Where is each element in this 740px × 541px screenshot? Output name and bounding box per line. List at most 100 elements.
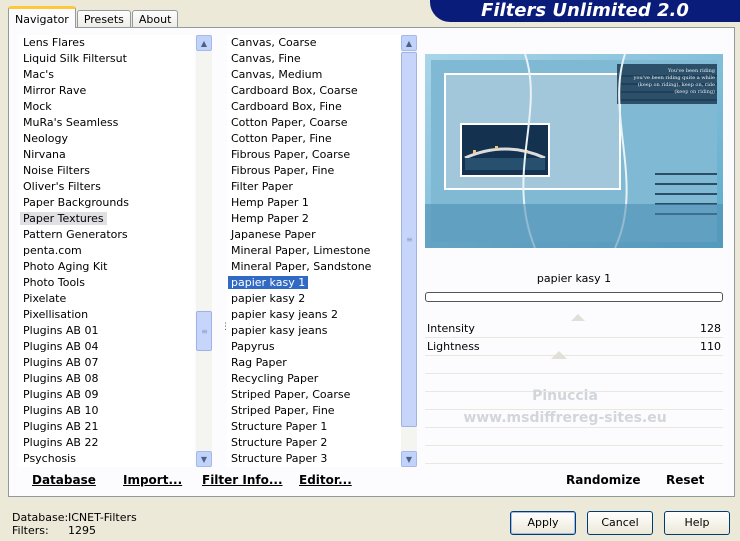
category-item[interactable]: Mock: [19, 99, 194, 115]
category-item[interactable]: Paper Backgrounds: [19, 195, 194, 211]
lightness-slider[interactable]: Lightness 110: [425, 338, 723, 359]
filter-item[interactable]: Filter Paper: [227, 179, 401, 195]
status-info: Database:ICNET-Filters Filters: 1295: [12, 511, 137, 537]
category-item[interactable]: Nirvana: [19, 147, 194, 163]
category-item-label: Mock: [23, 100, 52, 113]
filter-item[interactable]: Striped Paper, Coarse: [227, 387, 401, 403]
filter-item[interactable]: Hemp Paper 1: [227, 195, 401, 211]
filter-item-label: Mineral Paper, Limestone: [231, 244, 371, 257]
scroll-down-icon[interactable]: ▼: [401, 451, 417, 467]
filter-item[interactable]: Rag Paper: [227, 355, 401, 371]
empty-slider-slot: [425, 446, 723, 464]
filter-item[interactable]: Structure Paper 1: [227, 419, 401, 435]
category-item[interactable]: Plugins AB 22: [19, 435, 194, 451]
filter-item[interactable]: Cardboard Box, Fine: [227, 99, 401, 115]
scroll-thumb[interactable]: ≡: [196, 311, 212, 351]
tab-navigator[interactable]: Navigator: [8, 6, 76, 28]
filter-item-label: Fibrous Paper, Coarse: [231, 148, 351, 161]
category-item[interactable]: Pixelate: [19, 291, 194, 307]
category-item[interactable]: Plugins AB 04: [19, 339, 194, 355]
filter-scrollbar[interactable]: ▲ ≡ ▼: [401, 35, 417, 467]
filter-item[interactable]: Fibrous Paper, Fine: [227, 163, 401, 179]
filter-list[interactable]: Canvas, Coarse Canvas, Fine Canvas, Medium…: [227, 35, 401, 467]
filter-item-label: Striped Paper, Coarse: [231, 388, 351, 401]
category-item[interactable]: Plugins AB 07: [19, 355, 194, 371]
category-item[interactable]: MuRa's Seamless: [19, 115, 194, 131]
filter-item[interactable]: Canvas, Fine: [227, 51, 401, 67]
randomize-button[interactable]: Randomize: [566, 473, 640, 487]
filter-item-label: Japanese Paper: [231, 228, 316, 241]
cancel-button[interactable]: Cancel: [587, 511, 653, 535]
filter-item[interactable]: Canvas, Medium: [227, 67, 401, 83]
import-button[interactable]: Import...: [123, 473, 182, 487]
filter-item[interactable]: Mineral Paper, Limestone: [227, 243, 401, 259]
category-item-label: Liquid Silk Filtersut: [23, 52, 127, 65]
category-item-label: Oliver's Filters: [23, 180, 101, 193]
category-item[interactable]: Psychosis: [19, 451, 194, 467]
category-item[interactable]: Pixellisation: [19, 307, 194, 323]
category-list[interactable]: Lens Flares Liquid Silk Filtersut Mac's Mir…: [19, 35, 194, 467]
category-item[interactable]: Photo Aging Kit: [19, 259, 194, 275]
category-item-label: Pattern Generators: [23, 228, 128, 241]
help-button[interactable]: Help: [664, 511, 730, 535]
scroll-thumb[interactable]: ≡: [401, 52, 417, 427]
filter-info-button[interactable]: Filter Info...: [202, 473, 283, 487]
filter-item[interactable]: Structure Paper 3: [227, 451, 401, 467]
filter-item[interactable]: Cardboard Box, Coarse: [227, 83, 401, 99]
slider-caret-icon[interactable]: [550, 351, 567, 359]
reset-button[interactable]: Reset: [666, 473, 704, 487]
category-item[interactable]: Neology: [19, 131, 194, 147]
category-item[interactable]: penta.com: [19, 243, 194, 259]
category-item[interactable]: Mirror Rave: [19, 83, 194, 99]
filter-item[interactable]: Hemp Paper 2: [227, 211, 401, 227]
filter-item[interactable]: Cotton Paper, Coarse: [227, 115, 401, 131]
category-item[interactable]: Plugins AB 21: [19, 419, 194, 435]
category-item[interactable]: Liquid Silk Filtersut: [19, 51, 194, 67]
splitter-grip-icon[interactable]: ⋮: [221, 322, 230, 332]
filter-item[interactable]: Structure Paper 2: [227, 435, 401, 451]
filter-item[interactable]: Cotton Paper, Fine: [227, 131, 401, 147]
filter-item[interactable]: Fibrous Paper, Coarse: [227, 147, 401, 163]
filter-item[interactable]: Recycling Paper: [227, 371, 401, 387]
scroll-up-icon[interactable]: ▲: [401, 35, 417, 51]
filter-item[interactable]: papier kasy 2: [227, 291, 401, 307]
tab-presets[interactable]: Presets: [76, 10, 131, 28]
category-item[interactable]: Plugins AB 10: [19, 403, 194, 419]
category-item[interactable]: Paper Textures: [19, 211, 194, 227]
category-item[interactable]: Plugins AB 08: [19, 371, 194, 387]
filter-item[interactable]: papier kasy 1: [227, 275, 401, 291]
category-item[interactable]: Oliver's Filters: [19, 179, 194, 195]
editor-button[interactable]: Editor...: [299, 473, 352, 487]
category-item[interactable]: Mac's: [19, 67, 194, 83]
category-item-label: Pixelate: [23, 292, 67, 305]
category-item[interactable]: Plugins AB 01: [19, 323, 194, 339]
database-button[interactable]: Database: [32, 473, 96, 487]
filter-item[interactable]: Japanese Paper: [227, 227, 401, 243]
intensity-slider[interactable]: Intensity 128: [425, 314, 723, 338]
tab-about[interactable]: About: [131, 10, 179, 28]
filter-item[interactable]: Papyrus: [227, 339, 401, 355]
category-item-label: penta.com: [23, 244, 82, 257]
category-item-label: Plugins AB 07: [23, 356, 99, 369]
filter-item[interactable]: papier kasy jeans 2: [227, 307, 401, 323]
category-item[interactable]: Pattern Generators: [19, 227, 194, 243]
category-item[interactable]: Photo Tools: [19, 275, 194, 291]
scroll-up-icon[interactable]: ▲: [196, 35, 212, 51]
filter-item[interactable]: Canvas, Coarse: [227, 35, 401, 51]
status-filters-value: 1295: [68, 524, 96, 537]
category-scrollbar[interactable]: ▲ ≡ ▼: [196, 35, 212, 467]
filter-item-label: Cotton Paper, Fine: [231, 132, 332, 145]
category-item[interactable]: Plugins AB 09: [19, 387, 194, 403]
scroll-down-icon[interactable]: ▼: [196, 451, 212, 467]
filter-item[interactable]: Mineral Paper, Sandstone: [227, 259, 401, 275]
filter-preview: You've been riding you've been riding qu…: [425, 54, 723, 248]
filter-item[interactable]: papier kasy jeans: [227, 323, 401, 339]
slider-caret-icon[interactable]: [570, 314, 585, 321]
apply-button[interactable]: Apply: [510, 511, 576, 535]
filter-item[interactable]: Striped Paper, Fine: [227, 403, 401, 419]
category-item[interactable]: Noise Filters: [19, 163, 194, 179]
filter-item-label: Canvas, Coarse: [231, 36, 317, 49]
category-item[interactable]: Lens Flares: [19, 35, 194, 51]
category-item-label: MuRa's Seamless: [23, 116, 119, 129]
filter-item-label: Mineral Paper, Sandstone: [231, 260, 372, 273]
